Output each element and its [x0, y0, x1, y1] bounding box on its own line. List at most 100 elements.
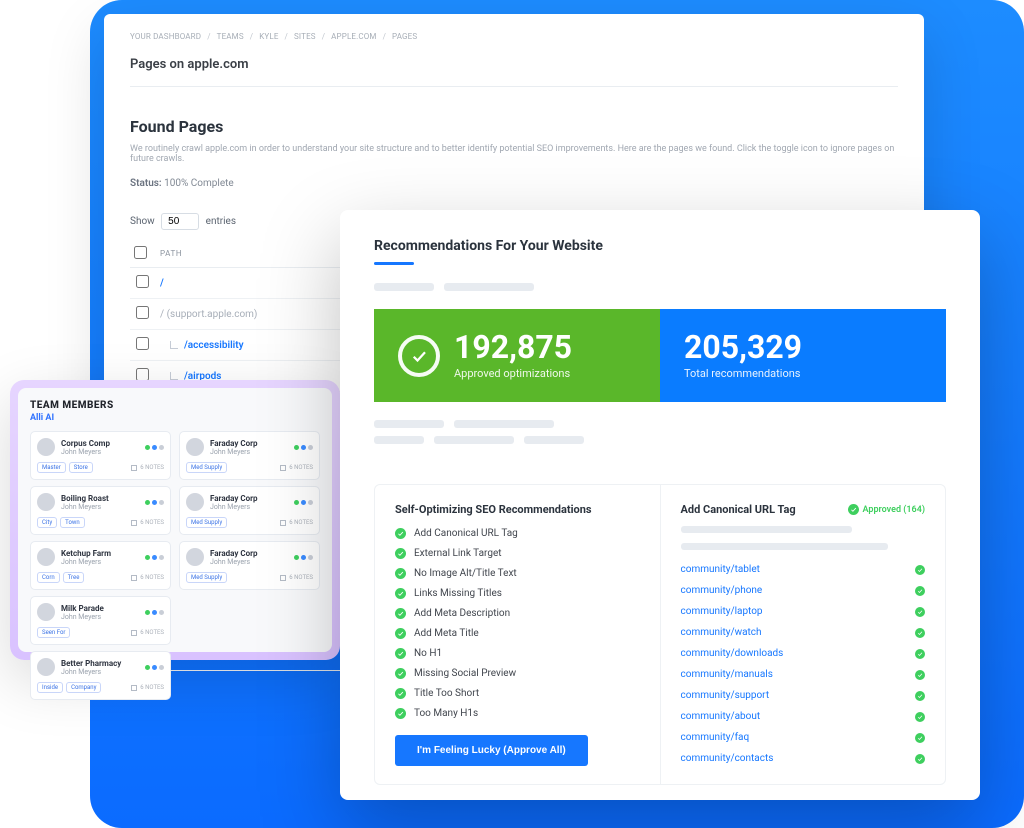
row-checkbox[interactable] — [136, 275, 149, 288]
entries-select[interactable]: 50 — [161, 213, 199, 230]
seo-rec-item[interactable]: Too Many H1s — [395, 708, 640, 719]
seo-rec-item[interactable]: Add Meta Description — [395, 608, 640, 619]
status-dots — [145, 665, 164, 670]
seo-rec-item[interactable]: Links Missing Titles — [395, 588, 640, 599]
canonical-url-link[interactable]: community/phone — [681, 585, 763, 596]
member-tag[interactable]: Master — [37, 462, 66, 473]
breadcrumb: YOUR DASHBOARD/TEAMS/KYLE/SITES/APPLE.CO… — [130, 32, 898, 41]
canonical-url-link[interactable]: community/downloads — [681, 648, 784, 659]
seo-rec-item[interactable]: No Image Alt/Title Text — [395, 568, 640, 579]
row-checkbox[interactable] — [136, 337, 149, 350]
team-member-card[interactable]: Better PharmacyJohn MeyersInsideCompany6… — [30, 651, 171, 700]
status-dots — [145, 610, 164, 615]
check-icon — [395, 628, 406, 639]
team-member-card[interactable]: Ketchup FarmJohn MeyersCornTree6 NOTES — [30, 541, 171, 590]
check-icon — [915, 649, 925, 659]
breadcrumb-item[interactable]: KYLE — [259, 32, 278, 41]
member-notes[interactable]: 6 NOTES — [131, 464, 164, 471]
select-all-checkbox[interactable] — [134, 246, 147, 259]
breadcrumb-item[interactable]: SITES — [294, 32, 316, 41]
check-icon — [915, 628, 925, 638]
breadcrumb-item[interactable]: TEAMS — [217, 32, 244, 41]
member-tag[interactable]: Store — [69, 462, 93, 473]
tree-indent-icon — [170, 372, 178, 380]
member-notes[interactable]: 6 NOTES — [280, 519, 313, 526]
status-dots — [145, 555, 164, 560]
avatar — [37, 438, 55, 456]
check-icon — [915, 586, 925, 596]
avatar — [37, 658, 55, 676]
team-member-card[interactable]: Faraday CorpJohn MeyersMed Supply6 NOTES — [179, 431, 320, 480]
seo-rec-item[interactable]: Missing Social Preview — [395, 668, 640, 679]
note-icon — [131, 575, 137, 581]
seo-rec-item[interactable]: Add Canonical URL Tag — [395, 528, 640, 539]
canonical-url-link[interactable]: community/support — [681, 690, 770, 701]
check-icon — [395, 588, 406, 599]
member-tag[interactable]: Corn — [37, 572, 60, 583]
note-icon — [131, 685, 137, 691]
team-member-card[interactable]: Corpus CompJohn MeyersMasterStore6 NOTES — [30, 431, 171, 480]
canonical-url-link[interactable]: community/tablet — [681, 564, 760, 575]
member-name: Milk Parade — [61, 604, 104, 613]
member-tag[interactable]: Tree — [63, 572, 85, 583]
member-tag[interactable]: Seen For — [37, 627, 70, 638]
avatar — [37, 603, 55, 621]
check-icon — [395, 668, 406, 679]
member-notes[interactable]: 6 NOTES — [280, 464, 313, 471]
status-dots — [145, 500, 164, 505]
member-name: Ketchup Farm — [61, 549, 111, 558]
team-member-card[interactable]: Faraday CorpJohn Meyers Med Supply 6 NOTES — [179, 486, 320, 535]
canonical-url-link[interactable]: community/laptop — [681, 606, 763, 617]
status-dots — [294, 445, 313, 450]
canonical-url-row: community/support — [681, 690, 926, 701]
check-icon — [395, 648, 406, 659]
member-notes[interactable]: 6 NOTES — [131, 519, 164, 526]
page-path-link[interactable]: / — [160, 278, 164, 289]
team-member-card[interactable]: Milk ParadeJohn MeyersSeen For6 NOTES — [30, 596, 171, 645]
member-tag[interactable]: Town — [60, 517, 85, 528]
check-icon — [915, 670, 925, 680]
member-tag[interactable]: Med Supply — [186, 572, 227, 583]
check-icon — [395, 568, 406, 579]
canonical-url-link[interactable]: community/manuals — [681, 669, 773, 680]
member-notes[interactable]: 6 NOTES — [280, 574, 313, 581]
team-member-card[interactable]: Faraday CorpJohn Meyers Med Supply 6 NOTES — [179, 541, 320, 590]
page-path-link[interactable]: /accessibility — [184, 340, 244, 351]
breadcrumb-item[interactable]: PAGES — [392, 32, 417, 41]
canonical-url-link[interactable]: community/watch — [681, 627, 762, 638]
member-sub: John Meyers — [210, 558, 258, 566]
status-dots — [294, 555, 313, 560]
member-sub: John Meyers — [210, 503, 258, 511]
approve-all-button[interactable]: I'm Feeling Lucky (Approve All) — [395, 735, 588, 766]
canonical-url-link[interactable]: community/contacts — [681, 753, 774, 764]
seo-rec-item[interactable]: External Link Target — [395, 548, 640, 559]
recommendations-title: Recommendations For Your Website — [374, 238, 946, 254]
member-notes[interactable]: 6 NOTES — [131, 684, 164, 691]
breadcrumb-item[interactable]: APPLE.COM — [331, 32, 376, 41]
canonical-url-row: community/contacts — [681, 753, 926, 764]
member-name: Faraday Corp — [210, 549, 258, 558]
canonical-url-link[interactable]: community/faq — [681, 732, 750, 743]
row-checkbox[interactable] — [136, 306, 149, 319]
member-notes[interactable]: 6 NOTES — [131, 629, 164, 636]
member-tag[interactable]: Company — [66, 682, 101, 693]
canonical-url-link[interactable]: community/about — [681, 711, 761, 722]
note-icon — [131, 465, 137, 471]
member-notes[interactable]: 6 NOTES — [131, 574, 164, 581]
member-name: Faraday Corp — [210, 494, 258, 503]
member-name: Better Pharmacy — [61, 659, 121, 668]
member-tag[interactable]: Med Supply — [186, 517, 227, 528]
canonical-url-row: community/tablet — [681, 564, 926, 575]
seo-rec-item[interactable]: Title Too Short — [395, 688, 640, 699]
member-tag[interactable]: Med Supply — [186, 462, 227, 473]
member-sub: John Meyers — [61, 448, 110, 456]
check-icon — [395, 608, 406, 619]
team-member-card[interactable]: Boiling RoastJohn MeyersCityTown6 NOTES — [30, 486, 171, 535]
member-tag[interactable]: City — [37, 517, 57, 528]
member-tag[interactable]: Inside — [37, 682, 63, 693]
check-icon — [395, 548, 406, 559]
seo-rec-item[interactable]: No H1 — [395, 648, 640, 659]
page-path-link[interactable]: / (support.apple.com) — [160, 309, 257, 320]
breadcrumb-item[interactable]: YOUR DASHBOARD — [130, 32, 201, 41]
seo-rec-item[interactable]: Add Meta Title — [395, 628, 640, 639]
